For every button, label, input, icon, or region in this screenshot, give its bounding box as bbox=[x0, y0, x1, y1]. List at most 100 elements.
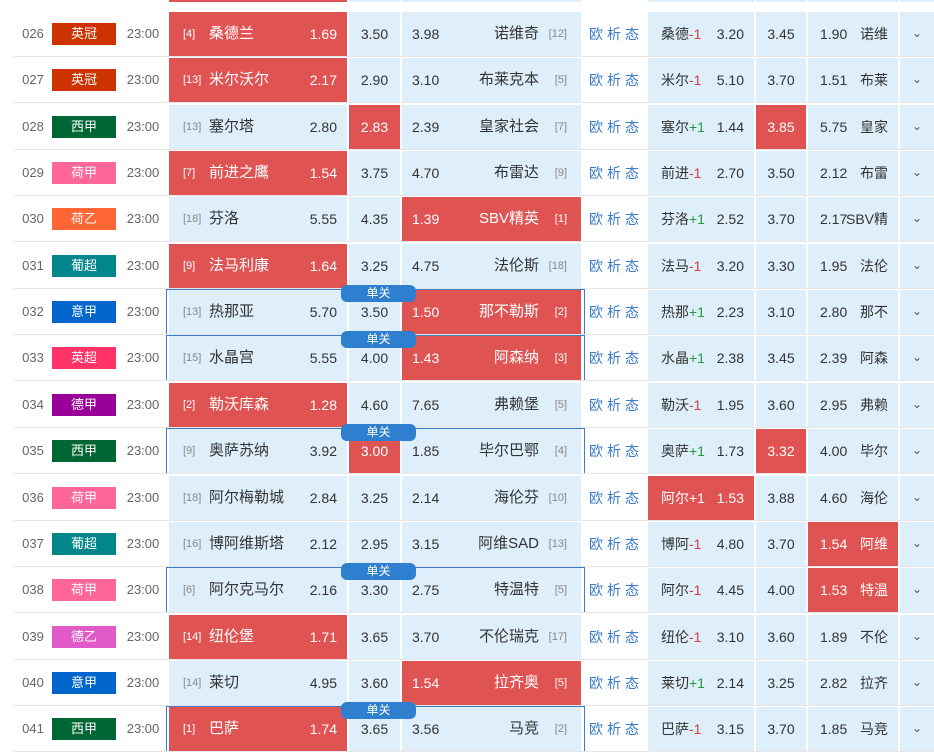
away-win-odds-cell[interactable]: 3.98 诺维奇 [12] bbox=[402, 12, 581, 56]
home-win-odds-cell[interactable]: [6] 阿尔克马尔 2.16 bbox=[169, 568, 347, 613]
handicap-away-cell[interactable]: 2.82 拉齐 bbox=[808, 660, 898, 705]
analysis-links[interactable]: 欧析态 bbox=[586, 428, 646, 474]
home-win-odds-cell[interactable]: [13] 塞尔塔 2.80 bbox=[169, 104, 347, 149]
analysis-links[interactable]: 欧析态 bbox=[586, 521, 646, 567]
draw-odds-cell[interactable]: 3.65 bbox=[349, 614, 400, 659]
analysis-links[interactable]: 欧析态 bbox=[586, 196, 646, 242]
handicap-away-cell[interactable]: 1.85 马竞 bbox=[808, 707, 898, 752]
analysis-links[interactable]: 欧析态 bbox=[586, 382, 646, 428]
handicap-home-cell[interactable]: 莱切+1 2.14 bbox=[648, 660, 754, 705]
league-badge[interactable]: 葡超 bbox=[52, 254, 116, 277]
home-win-odds-cell[interactable]: [7] 前进之鹰 1.54 bbox=[169, 151, 347, 196]
handicap-away-cell[interactable]: 2.39 阿森 bbox=[808, 336, 898, 381]
handicap-home-cell[interactable]: 桑德-1 3.20 bbox=[648, 12, 754, 56]
away-win-odds-cell[interactable]: 1.43 阿森纳 [3] bbox=[402, 336, 581, 381]
handicap-away-cell[interactable]: 1.53 特温 bbox=[808, 568, 898, 613]
handicap-home-cell[interactable]: 前进-1 2.70 bbox=[648, 151, 754, 196]
handicap-draw-cell[interactable]: 3.88 bbox=[756, 475, 806, 520]
league-badge[interactable]: 英冠 bbox=[52, 23, 116, 45]
home-win-odds-cell[interactable]: [4] 桑德兰 1.69 bbox=[169, 12, 347, 56]
away-win-odds-cell[interactable]: 1.54 拉齐奥 [5] bbox=[402, 660, 581, 705]
home-win-odds-cell[interactable]: [14] 莱切 4.95 bbox=[169, 660, 347, 705]
away-win-odds-cell[interactable]: 4.75 法伦斯 [18] bbox=[402, 243, 581, 288]
handicap-home-cell[interactable]: 芬洛+1 2.52 bbox=[648, 197, 754, 242]
handicap-home-cell[interactable]: 法马-1 3.20 bbox=[648, 243, 754, 288]
draw-odds-cell[interactable]: 2.90 bbox=[349, 58, 400, 103]
analysis-links[interactable]: 欧析态 bbox=[586, 243, 646, 289]
handicap-away-cell[interactable]: 1.89 不伦 bbox=[808, 614, 898, 659]
analysis-links[interactable]: 欧析态 bbox=[586, 660, 646, 706]
handicap-draw-cell[interactable]: 3.70 bbox=[756, 197, 806, 242]
league-badge[interactable]: 意甲 bbox=[52, 671, 116, 694]
expand-row-button[interactable]: ⌄ bbox=[900, 12, 934, 56]
home-win-odds-cell[interactable]: [16] 博阿维斯塔 2.12 bbox=[169, 521, 347, 566]
league-badge[interactable]: 荷甲 bbox=[52, 486, 116, 509]
analysis-links[interactable]: 欧析态 bbox=[586, 104, 646, 150]
expand-row-button[interactable]: ⌄ bbox=[900, 58, 934, 103]
handicap-draw-cell[interactable]: 3.50 bbox=[756, 151, 806, 196]
draw-odds-cell[interactable]: 3.60 bbox=[349, 660, 400, 705]
handicap-home-cell[interactable]: 米尔-1 5.10 bbox=[648, 58, 754, 103]
home-win-odds-cell[interactable]: [2] 勒沃库森 1.28 bbox=[169, 382, 347, 427]
league-badge[interactable]: 意甲 bbox=[52, 301, 116, 324]
analysis-links[interactable]: 欧析态 bbox=[586, 475, 646, 521]
home-win-odds-cell[interactable]: [9] 奥萨苏纳 3.92 bbox=[169, 429, 347, 474]
handicap-draw-cell[interactable]: 3.25 bbox=[756, 660, 806, 705]
expand-row-button[interactable]: ⌄ bbox=[900, 521, 934, 566]
draw-odds-cell[interactable]: 2.83 bbox=[349, 104, 400, 149]
draw-odds-cell[interactable]: 3.75 bbox=[349, 151, 400, 196]
league-badge[interactable]: 西甲 bbox=[52, 718, 116, 741]
home-win-odds-cell[interactable]: [18] 芬洛 5.55 bbox=[169, 197, 347, 242]
draw-odds-cell[interactable]: 3.25 bbox=[349, 475, 400, 520]
home-win-odds-cell[interactable]: [13] 米尔沃尔 2.17 bbox=[169, 58, 347, 103]
expand-row-button[interactable]: ⌄ bbox=[900, 336, 934, 381]
handicap-draw-cell[interactable]: 3.10 bbox=[756, 290, 806, 335]
handicap-away-cell[interactable]: 2.12 布雷 bbox=[808, 151, 898, 196]
league-badge[interactable]: 德乙 bbox=[52, 625, 116, 648]
handicap-draw-cell[interactable]: 3.70 bbox=[756, 58, 806, 103]
handicap-home-cell[interactable]: 纽伦-1 3.10 bbox=[648, 614, 754, 659]
home-win-odds-cell[interactable]: [18] 阿尔梅勒城 2.84 bbox=[169, 475, 347, 520]
home-win-odds-cell[interactable]: [1] 巴萨 1.74 bbox=[169, 707, 347, 752]
expand-row-button[interactable]: ⌄ bbox=[900, 151, 934, 196]
expand-row-button[interactable]: ⌄ bbox=[900, 660, 934, 705]
league-badge[interactable]: 荷甲 bbox=[52, 579, 116, 602]
league-badge[interactable]: 西甲 bbox=[52, 115, 116, 138]
draw-odds-cell[interactable]: 4.35 bbox=[349, 197, 400, 242]
handicap-home-cell[interactable]: 阿尔-1 4.45 bbox=[648, 568, 754, 613]
analysis-links[interactable]: 欧析态 bbox=[586, 706, 646, 752]
analysis-links[interactable]: 欧析态 bbox=[586, 150, 646, 196]
expand-row-button[interactable]: ⌄ bbox=[900, 290, 934, 335]
away-win-odds-cell[interactable]: 1.85 毕尔巴鄂 [4] bbox=[402, 429, 581, 474]
handicap-away-cell[interactable]: 2.17 SBV精 bbox=[808, 197, 898, 242]
handicap-draw-cell[interactable]: 3.30 bbox=[756, 243, 806, 288]
draw-odds-cell[interactable]: 3.25 bbox=[349, 243, 400, 288]
handicap-home-cell[interactable]: 热那+1 2.23 bbox=[648, 290, 754, 335]
analysis-links[interactable]: 欧析态 bbox=[586, 335, 646, 381]
handicap-away-cell[interactable]: 1.51 布莱 bbox=[808, 58, 898, 103]
expand-row-button[interactable]: ⌄ bbox=[900, 475, 934, 520]
handicap-home-cell[interactable]: 塞尔+1 1.44 bbox=[648, 104, 754, 149]
handicap-draw-cell[interactable]: 3.60 bbox=[756, 382, 806, 427]
analysis-links[interactable]: 欧析态 bbox=[586, 567, 646, 613]
expand-row-button[interactable]: ⌄ bbox=[900, 243, 934, 288]
home-win-odds-cell[interactable]: [14] 纽伦堡 1.71 bbox=[169, 614, 347, 659]
away-win-odds-cell[interactable]: 3.56 马竞 [2] bbox=[402, 707, 581, 752]
draw-odds-cell[interactable]: 2.95 bbox=[349, 521, 400, 566]
away-win-odds-cell[interactable]: 4.70 布雷达 [9] bbox=[402, 151, 581, 196]
handicap-away-cell[interactable]: 2.95 弗赖 bbox=[808, 382, 898, 427]
analysis-links[interactable]: 欧析态 bbox=[586, 289, 646, 335]
handicap-home-cell[interactable]: 水晶+1 2.38 bbox=[648, 336, 754, 381]
expand-row-button[interactable]: ⌄ bbox=[900, 382, 934, 427]
expand-row-button[interactable]: ⌄ bbox=[900, 429, 934, 474]
handicap-away-cell[interactable]: 1.95 法伦 bbox=[808, 243, 898, 288]
expand-row-button[interactable]: ⌄ bbox=[900, 568, 934, 613]
home-win-odds-cell[interactable]: [13] 热那亚 5.70 bbox=[169, 290, 347, 335]
analysis-links[interactable]: 欧析态 bbox=[586, 57, 646, 103]
league-badge[interactable]: 英冠 bbox=[52, 69, 116, 92]
handicap-draw-cell[interactable]: 4.00 bbox=[756, 568, 806, 613]
handicap-draw-cell[interactable]: 3.45 bbox=[756, 336, 806, 381]
draw-odds-cell[interactable]: 4.60 bbox=[349, 382, 400, 427]
expand-row-button[interactable]: ⌄ bbox=[900, 614, 934, 659]
league-badge[interactable]: 德甲 bbox=[52, 393, 116, 416]
